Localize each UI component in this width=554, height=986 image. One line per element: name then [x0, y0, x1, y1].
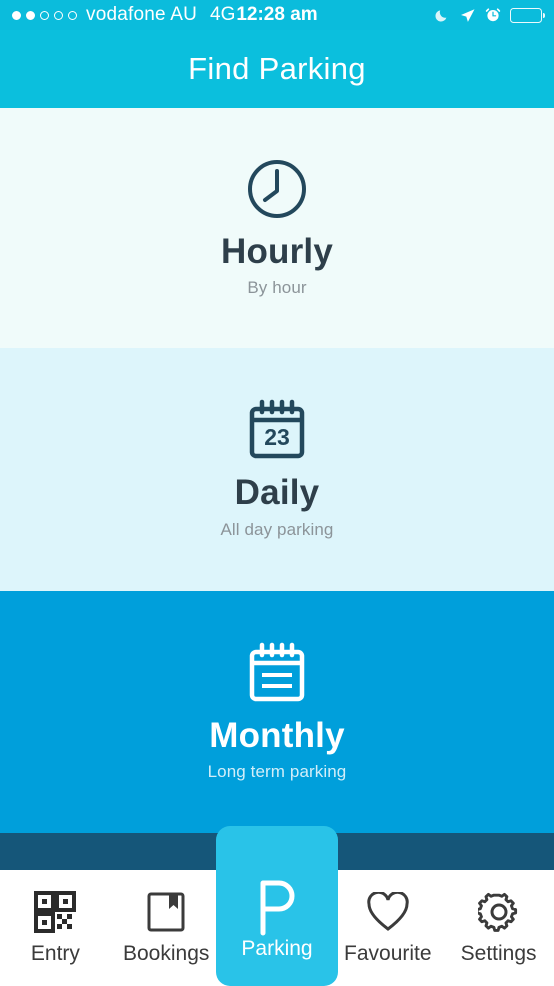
option-card-monthly[interactable]: Monthly Long term parking — [0, 591, 554, 833]
network-type-label: 4G — [210, 4, 236, 25]
moon-icon — [434, 7, 450, 23]
signal-dot — [54, 10, 63, 20]
qr-code-icon — [34, 889, 77, 935]
title-bar: Find Parking — [0, 30, 554, 108]
tab-label: Favourite — [344, 942, 432, 965]
tab-entry[interactable]: Entry — [0, 870, 111, 986]
option-title: Hourly — [220, 231, 334, 271]
bottom-tab-bar: Entry Bookings Favourite Settings Parkin… — [0, 826, 554, 986]
tab-label: Entry — [30, 942, 80, 965]
signal-dot — [40, 10, 49, 20]
status-bar-right-icons — [434, 7, 545, 24]
tab-parking[interactable]: Parking — [216, 826, 338, 986]
page-title: Find Parking — [188, 51, 366, 86]
alarm-clock-icon — [485, 7, 501, 23]
signal-dot — [26, 10, 35, 20]
option-card-daily[interactable]: 23 Daily All day parking — [0, 348, 554, 591]
tab-settings[interactable]: Settings — [443, 870, 554, 986]
option-title: Monthly — [209, 715, 345, 755]
gear-icon — [477, 889, 520, 935]
signal-strength-dots — [12, 10, 77, 20]
calendar-date-icon: 23 — [245, 399, 309, 461]
app-screen: vodafone AU 4G 12:28 am Find Parking Hou… — [0, 0, 554, 986]
calendar-lines-icon — [245, 642, 309, 704]
parking-options-list: Hourly By hour 23 Daily All day parking — [0, 108, 554, 833]
status-bar: vodafone AU 4G 12:28 am — [0, 0, 554, 30]
signal-dot — [12, 10, 21, 20]
carrier-label: vodafone AU — [86, 4, 198, 25]
signal-dot — [68, 10, 77, 20]
option-subtitle: All day parking — [220, 519, 334, 539]
option-title: Daily — [234, 473, 320, 513]
clock-label: 12:28 am — [236, 4, 318, 25]
clock-icon — [246, 158, 308, 220]
option-card-hourly[interactable]: Hourly By hour — [0, 108, 554, 348]
parking-p-icon — [251, 880, 303, 936]
bookmark-icon — [145, 889, 187, 935]
tab-bookings[interactable]: Bookings — [111, 870, 222, 986]
tab-label: Parking — [241, 937, 313, 960]
tab-label: Bookings — [123, 942, 210, 965]
location-arrow-icon — [459, 7, 476, 24]
calendar-day-number: 23 — [264, 424, 290, 450]
tab-label: Settings — [460, 942, 537, 965]
heart-icon — [366, 889, 410, 935]
battery-icon — [510, 7, 545, 23]
tab-favourite[interactable]: Favourite — [332, 870, 443, 986]
option-subtitle: Long term parking — [207, 762, 347, 782]
option-subtitle: By hour — [247, 278, 307, 298]
